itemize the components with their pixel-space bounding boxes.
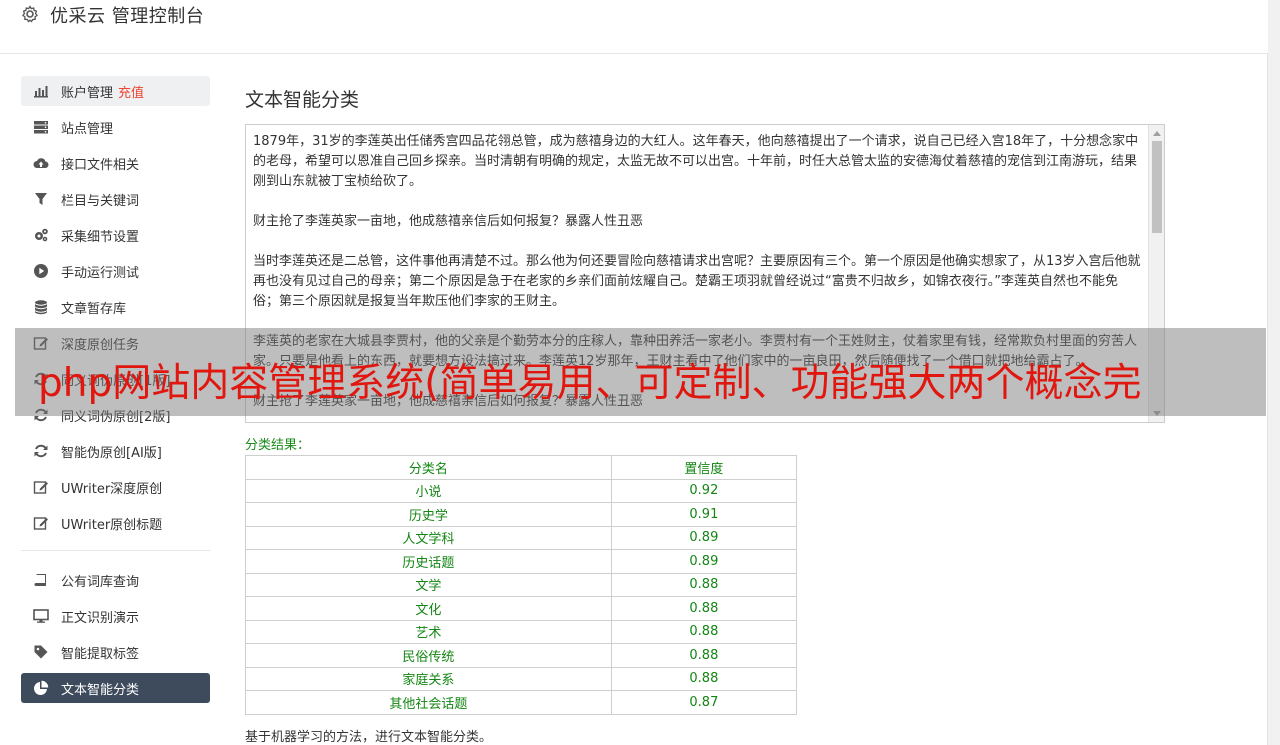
sidebar-item-label: 智能提取标签 [61, 646, 140, 662]
category-cell: 历史学 [245, 502, 612, 527]
sidebar-item-uwriter-title[interactable]: UWriter原创标题 [21, 508, 210, 538]
confidence-cell: 0.89 [610, 549, 798, 574]
sidebar-item-extract-tags[interactable]: 智能提取标签 [21, 637, 210, 667]
sidebar-divider [21, 550, 210, 551]
pie-chart-icon [33, 680, 49, 696]
category-cell: 小说 [245, 478, 612, 503]
method-footnote: 基于机器学习的方法，进行文本智能分类。 [245, 730, 493, 745]
sidebar-item-columns[interactable]: 栏目与关键词 [21, 184, 210, 214]
table-row: 小说 0.92 [245, 478, 798, 503]
table-row: 民俗传统 0.88 [245, 643, 798, 668]
recharge-link[interactable]: 充值 [118, 82, 144, 101]
sidebar-item-label: 正文识别演示 [61, 610, 140, 626]
monitor-icon [33, 608, 49, 624]
table-row: 文学 0.88 [245, 572, 798, 597]
column-header-category: 分类名 [245, 455, 612, 480]
sidebar-item-label: 公有词库查询 [61, 574, 140, 590]
sidebar-item-label: 接口文件相关 [61, 157, 140, 173]
text-paragraph: 财主抢了李莲英家一亩地，他成慈禧亲信后如何报复？暴露人性丑恶 [253, 214, 644, 229]
sidebar-item-label: 站点管理 [61, 121, 114, 137]
category-cell: 文化 [245, 596, 612, 621]
tag-icon [33, 644, 49, 660]
confidence-cell: 0.88 [610, 572, 798, 597]
confidence-cell: 0.88 [610, 643, 798, 668]
confidence-cell: 0.88 [610, 596, 798, 621]
sidebar-item-label: UWriter深度原创 [61, 481, 163, 497]
column-header-confidence: 置信度 [610, 455, 798, 480]
main-content: 文本智能分类 1879年，31岁的李莲英出任储秀宫四品花翎总管，成为慈禧身边的大… [245, 80, 1165, 745]
cloud-upload-icon [33, 155, 49, 171]
category-cell: 民俗传统 [245, 643, 612, 668]
confidence-cell: 0.92 [610, 478, 798, 503]
category-cell: 文学 [245, 572, 612, 597]
gears-icon [33, 227, 49, 243]
category-cell: 历史话题 [245, 549, 612, 574]
book-icon [33, 572, 49, 588]
server-icon [33, 119, 49, 135]
edit-icon [33, 515, 49, 531]
table-row: 其他社会话题 0.87 [245, 690, 798, 715]
sidebar-item-label: 智能伪原创[AI版] [61, 445, 162, 461]
table-row: 文化 0.88 [245, 596, 798, 621]
sidebar-item-collect-settings[interactable]: 采集细节设置 [21, 220, 210, 250]
sidebar-item-label: 采集细节设置 [61, 229, 140, 245]
table-row: 家庭关系 0.88 [245, 666, 798, 691]
table-row: 历史话题 0.89 [245, 549, 798, 574]
table-row: 历史学 0.91 [245, 502, 798, 527]
table-header-row: 分类名 置信度 [245, 455, 798, 480]
sidebar-item-article-store[interactable]: 文章暂存库 [21, 292, 210, 322]
confidence-cell: 0.87 [610, 690, 798, 715]
category-cell: 人文学科 [245, 525, 612, 550]
edit-icon [33, 479, 49, 495]
sidebar-item-text-recognition[interactable]: 正文识别演示 [21, 601, 210, 631]
table-row: 艺术 0.88 [245, 619, 798, 644]
bar-chart-icon [33, 83, 49, 99]
confidence-cell: 0.89 [610, 525, 798, 550]
sidebar-item-interface[interactable]: 接口文件相关 [21, 148, 210, 178]
database-icon [33, 299, 49, 315]
category-cell: 家庭关系 [245, 666, 612, 691]
play-icon [33, 263, 49, 279]
scroll-up-arrow-icon[interactable] [1153, 131, 1161, 136]
sidebar-item-label: 账户管理 [61, 85, 114, 101]
sidebar-item-text-classify[interactable]: 文本智能分类 [21, 673, 210, 703]
sidebar-item-manual-run[interactable]: 手动运行测试 [21, 256, 210, 286]
page-title: 文本智能分类 [245, 89, 360, 111]
top-bar: 优采云 管理控制台 [0, 0, 1268, 54]
watermark-text: php网站内容管理系统(简单易用、可定制、功能强大两个概念完 [38, 361, 1142, 406]
sidebar-item-public-lexicon[interactable]: 公有词库查询 [21, 565, 210, 595]
filter-icon [33, 191, 49, 207]
confidence-cell: 0.91 [610, 502, 798, 527]
refresh-icon [33, 443, 49, 459]
sidebar-item-sites[interactable]: 站点管理 [21, 112, 210, 142]
sidebar-item-label: 文本智能分类 [61, 682, 140, 698]
text-paragraph: 1879年，31岁的李莲英出任储秀宫四品花翎总管，成为慈禧身边的大红人。这年春天… [253, 134, 1139, 189]
category-cell: 其他社会话题 [245, 690, 612, 715]
table-row: 人文学科 0.89 [245, 525, 798, 550]
text-paragraph: 当时李莲英还是二总管，这件事他再清楚不过。那么他为何还要冒险向慈禧请求出宫呢？主… [253, 254, 1141, 309]
sidebar-item-label: 栏目与关键词 [61, 193, 140, 209]
sidebar-item-label: 手动运行测试 [61, 265, 140, 281]
confidence-cell: 0.88 [610, 619, 798, 644]
result-label: 分类结果： [245, 438, 311, 453]
confidence-cell: 0.88 [610, 666, 798, 691]
gear-icon [20, 4, 40, 24]
classification-results-table: 分类名 置信度 小说 0.92 历史学 0.91 人文学科 0.89 历史话题 0.89… [245, 455, 798, 715]
sidebar-item-uwriter-deep[interactable]: UWriter深度原创 [21, 472, 210, 502]
app-title: 优采云 管理控制台 [50, 6, 205, 27]
scrollbar-thumb[interactable] [1152, 141, 1162, 233]
sidebar-item-ai-rewrite[interactable]: 智能伪原创[AI版] [21, 436, 210, 466]
sidebar-item-account[interactable]: 账户管理 充值 [21, 76, 210, 106]
sidebar-item-label: 文章暂存库 [61, 301, 127, 317]
category-cell: 艺术 [245, 619, 612, 644]
sidebar-item-label: UWriter原创标题 [61, 517, 163, 533]
